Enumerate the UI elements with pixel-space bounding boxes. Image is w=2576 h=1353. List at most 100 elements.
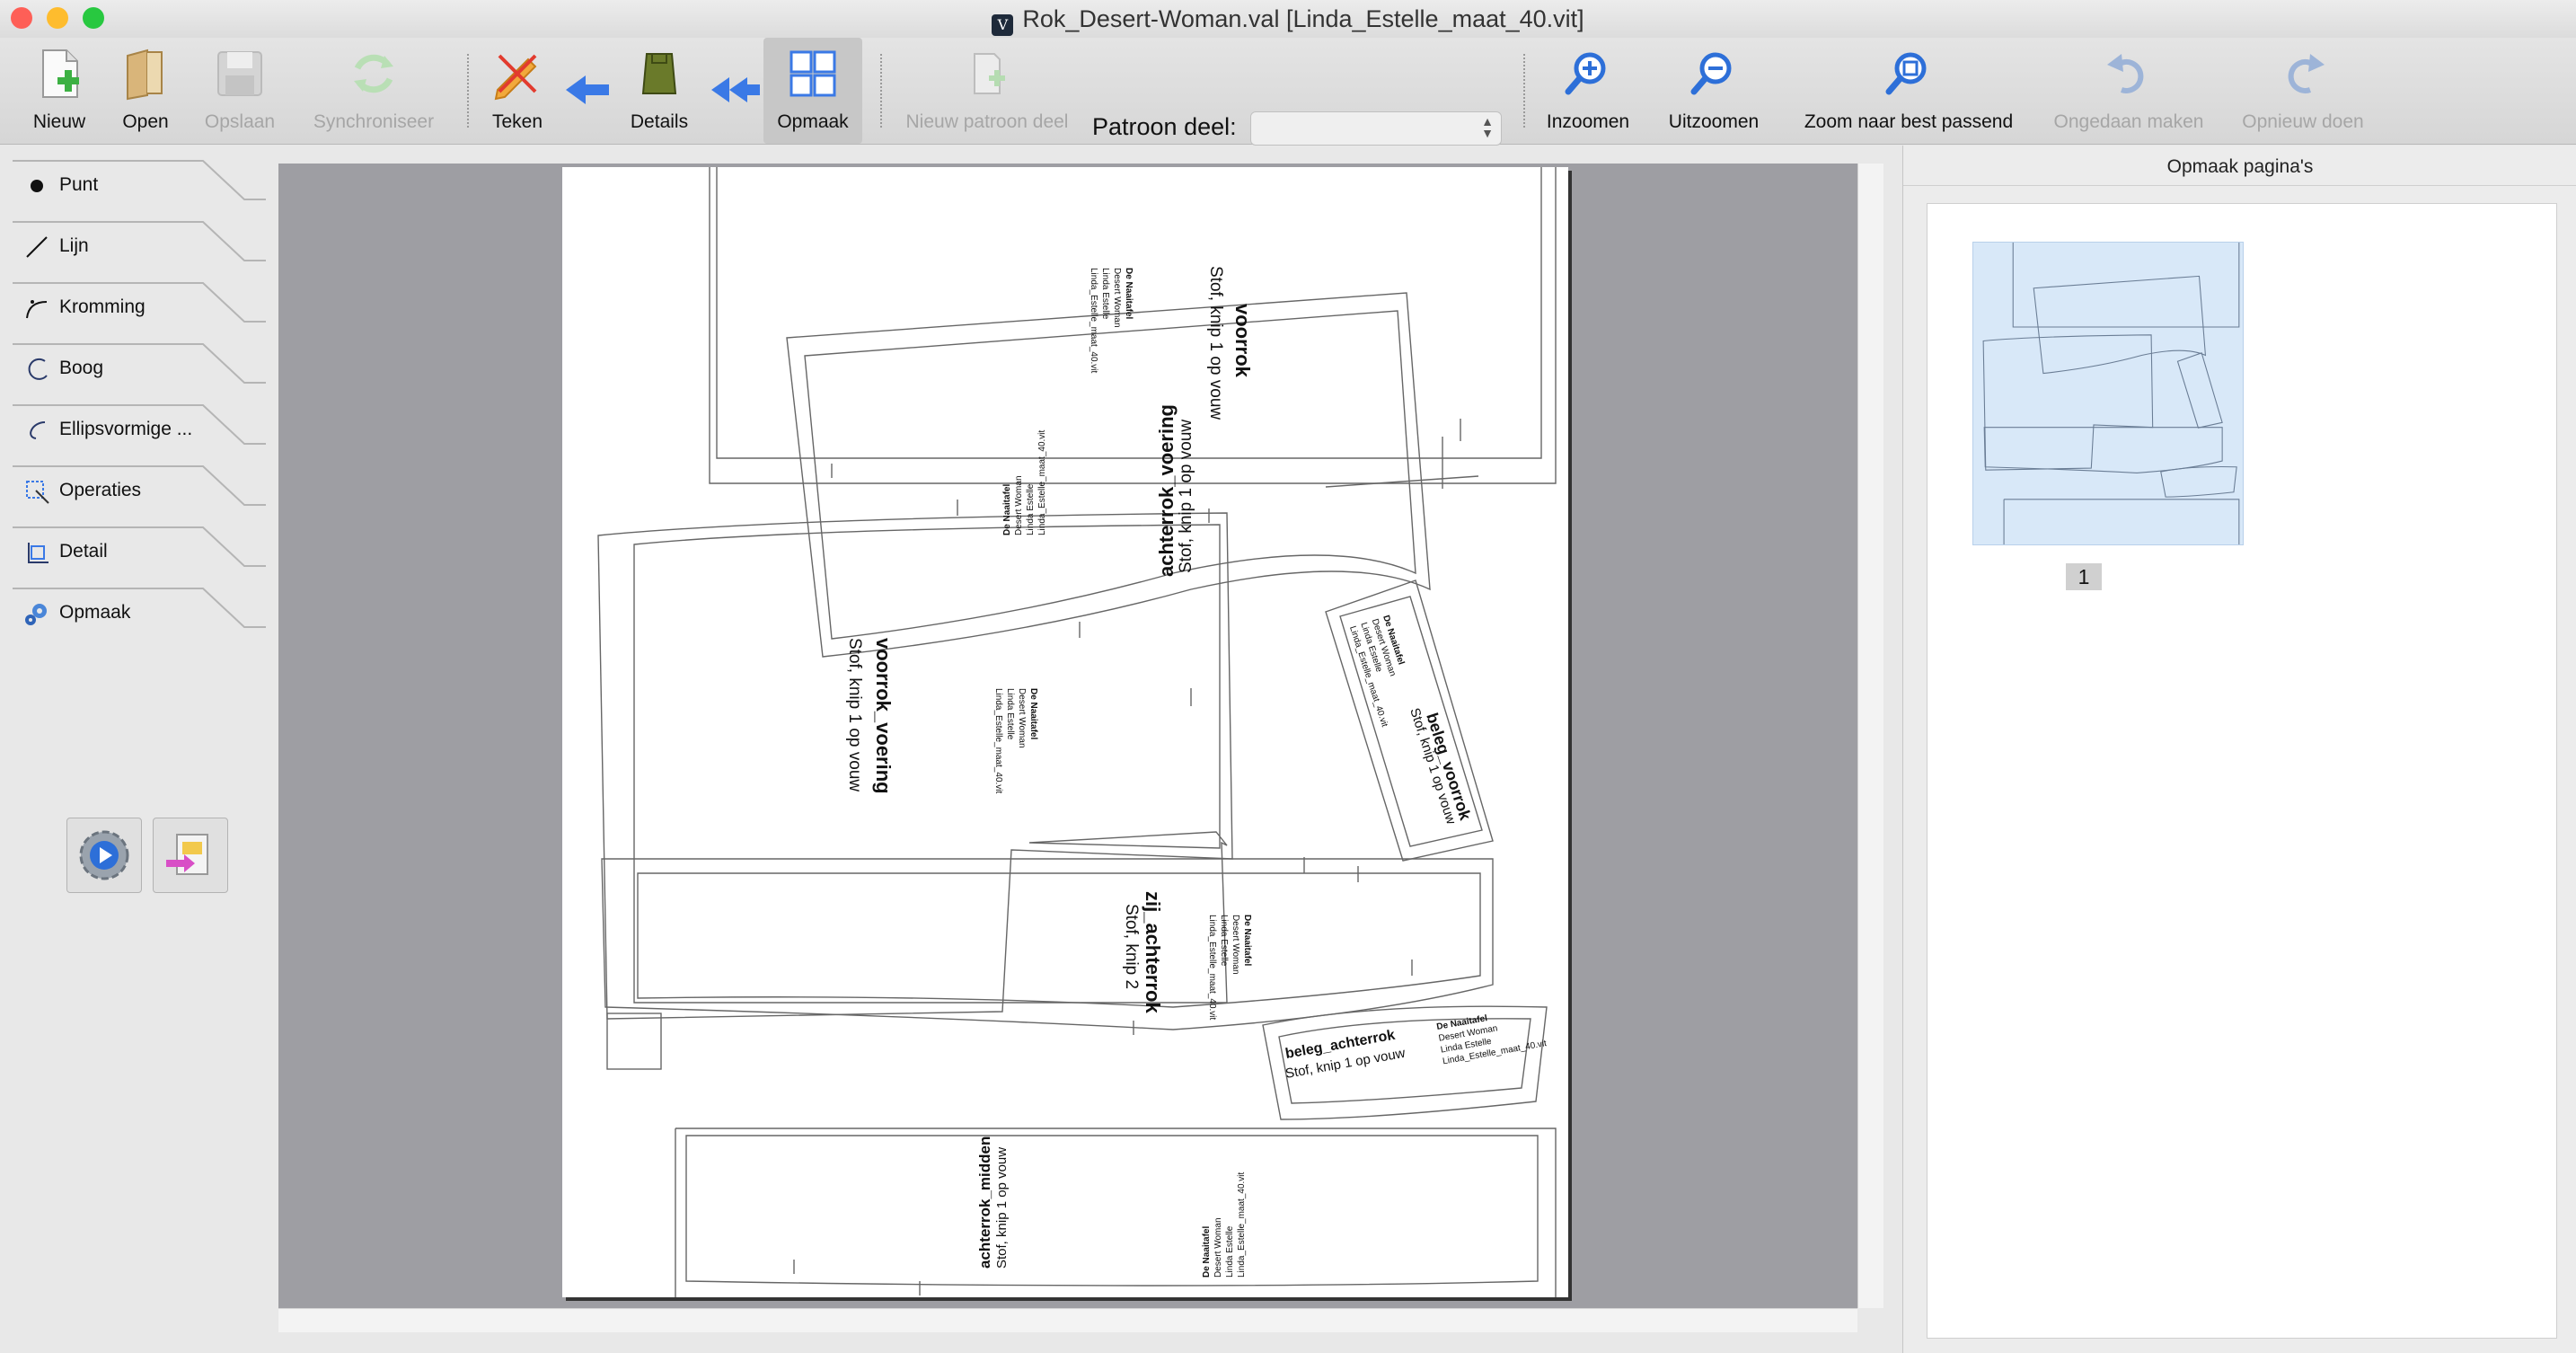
tool-arc[interactable]: Boog bbox=[13, 343, 266, 399]
piece-label-zij-achterrok: zij_achterrok bbox=[1142, 891, 1164, 1013]
pattern-piece-label: Patroon deel: bbox=[1092, 113, 1237, 140]
pattern-piece-select[interactable]: ▲ ▼ bbox=[1250, 111, 1502, 146]
info-zij-achterrok-file: Linda_Estelle_maat_40.vit bbox=[1207, 915, 1217, 1021]
tool-detail[interactable]: Detail bbox=[13, 526, 266, 582]
redo-icon bbox=[2288, 54, 2325, 93]
line-icon bbox=[26, 236, 48, 258]
layout-mode-button[interactable]: Opmaak bbox=[763, 38, 862, 144]
notch-marks bbox=[793, 419, 1479, 1296]
layout-settings-button[interactable] bbox=[66, 818, 142, 893]
label-box bbox=[606, 1013, 662, 1070]
arrow-double-left-icon bbox=[711, 77, 760, 102]
arrow-left-icon bbox=[566, 75, 609, 104]
elliptical-arc-icon bbox=[30, 421, 46, 439]
layout-gear-icon bbox=[25, 604, 47, 625]
info-voorrok-company: De Naaitafel bbox=[1124, 268, 1134, 319]
curve-icon bbox=[26, 300, 48, 319]
save-disk-icon bbox=[217, 51, 262, 96]
piece-outline-voorrok bbox=[709, 167, 1557, 484]
info-voorrok-voering-customer: Linda Estelle bbox=[1005, 688, 1015, 740]
piece-cut-voorrok-voering: Stof, knip 1 op vouw bbox=[845, 638, 864, 791]
details-mode-button[interactable]: Details bbox=[620, 38, 699, 144]
new-pattern-piece-button[interactable]: Nieuw patroon deel bbox=[895, 38, 1080, 144]
tool-line[interactable]: Lijn bbox=[13, 221, 266, 277]
undo-button[interactable]: Ongedaan maken bbox=[2048, 38, 2210, 144]
pattern-layout-drawing: voorrokStof, knip 1 op vouwDe NaaitafelD… bbox=[597, 167, 1557, 1297]
save-button[interactable]: Opslaan bbox=[190, 38, 289, 144]
tab-shape bbox=[13, 526, 266, 567]
info-achterrok-midden-pattern: Desert Woman bbox=[1213, 1217, 1223, 1278]
point-icon bbox=[31, 180, 43, 192]
piece-cut-achterrok-voering: Stof, knip 1 op vouw bbox=[1177, 420, 1195, 573]
piece-outline-achterrok-voering-inner bbox=[804, 310, 1416, 640]
arc-icon bbox=[28, 358, 48, 380]
details-garment-icon bbox=[641, 53, 677, 94]
zoom-fit-button[interactable]: Zoom naar best passend bbox=[1791, 38, 2026, 144]
layout-page-number[interactable]: 1 bbox=[2066, 563, 2102, 590]
undo-icon bbox=[2107, 54, 2144, 93]
info-voorrok-file: Linda_Estelle_maat_40.vit bbox=[1089, 268, 1098, 374]
piece-label-achterrok-midden: achterrok_midden bbox=[976, 1136, 993, 1269]
tab-shape bbox=[13, 160, 266, 200]
window-title: V Rok_Desert-Woman.val [Linda_Estelle_maa… bbox=[0, 5, 2576, 36]
operations-icon bbox=[26, 481, 49, 504]
tool-elliptical-arc[interactable]: Ellipsvormige ... bbox=[13, 404, 266, 460]
tool-layout[interactable]: Opmaak bbox=[13, 588, 266, 643]
piece-label-voorrok: voorrok bbox=[1231, 304, 1254, 378]
piece-cut-zij-achterrok: Stof, knip 2 bbox=[1122, 904, 1141, 989]
info-achterrok-midden-customer: Linda Estelle bbox=[1225, 1225, 1235, 1278]
info-zij-achterrok-company: De Naaitafel bbox=[1242, 915, 1252, 966]
tab-shape bbox=[13, 588, 266, 628]
piece-label-achterrok-voering: achterrok_voering bbox=[1155, 404, 1178, 577]
toolbar-separator bbox=[880, 54, 882, 128]
tool-point[interactable]: Punt bbox=[13, 160, 266, 216]
piece-outline-achterrok-midden bbox=[675, 1128, 1557, 1297]
title-bar: V Rok_Desert-Woman.val [Linda_Estelle_maa… bbox=[0, 0, 2576, 38]
horizontal-scrollbar[interactable] bbox=[278, 1308, 1857, 1332]
vertical-scrollbar[interactable] bbox=[1857, 164, 1883, 1308]
layout-pages-list: 1 bbox=[1927, 203, 2557, 1339]
export-layout-button[interactable] bbox=[153, 818, 228, 893]
zoom-in-icon bbox=[1565, 52, 1606, 95]
layout-sheet: voorrok Stof, knip 1 op vouw De Naaitafel D… bbox=[562, 167, 1568, 1297]
toolbar-separator bbox=[1523, 54, 1525, 128]
new-button[interactable]: Nieuw bbox=[18, 38, 101, 144]
zoom-fit-icon bbox=[1885, 52, 1927, 95]
redo-button[interactable]: Opnieuw doen bbox=[2233, 38, 2373, 144]
new-pattern-piece-icon bbox=[974, 53, 1005, 94]
sync-button[interactable]: Synchroniseer bbox=[305, 38, 442, 144]
info-zij-achterrok-customer: Linda Estelle bbox=[1219, 915, 1229, 967]
info-zij-achterrok-pattern: Desert Woman bbox=[1231, 915, 1240, 975]
piece-cut-voorrok: Stof, knip 1 op vouw bbox=[1206, 266, 1225, 420]
layout-page-thumbnail[interactable] bbox=[1972, 242, 2244, 545]
draw-pencil-icon bbox=[494, 54, 537, 101]
open-button[interactable]: Open bbox=[110, 38, 181, 144]
tool-curve[interactable]: Kromming bbox=[13, 282, 266, 338]
info-achterrok-midden-file: Linda_Estelle_maat_40.vit bbox=[1237, 1172, 1247, 1278]
export-icon bbox=[166, 834, 208, 875]
draw-mode-button[interactable]: Teken bbox=[481, 38, 553, 144]
detail-icon bbox=[28, 543, 49, 563]
piece-outline-zij-achterrok bbox=[601, 858, 1494, 1030]
main-toolbar: Nieuw Open Opslaan Synchroniseer Teken D… bbox=[0, 38, 2576, 146]
chevron-updown-icon: ▲ ▼ bbox=[1481, 114, 1494, 140]
layout-icon bbox=[790, 50, 836, 97]
info-achterrok-midden-company: De Naaitafel bbox=[1202, 1226, 1212, 1278]
app-icon: V bbox=[992, 14, 1014, 36]
open-folder-icon bbox=[127, 49, 163, 101]
piece-outline-achterrok-voering bbox=[786, 292, 1431, 658]
sync-icon bbox=[354, 54, 393, 93]
tool-operations[interactable]: Operaties bbox=[13, 465, 266, 521]
zoom-out-button[interactable]: Uitzoomen bbox=[1658, 38, 1769, 144]
layout-pages-panel: Opmaak pagina's 1 bbox=[1902, 146, 2576, 1353]
zoom-out-icon bbox=[1690, 52, 1732, 95]
zoom-in-button[interactable]: Inzoomen bbox=[1538, 38, 1638, 144]
new-document-icon bbox=[42, 49, 79, 98]
tab-shape bbox=[13, 343, 266, 384]
tool-sidebar: Punt Lijn Kromming Boog Ellipsvormige ..… bbox=[0, 146, 269, 1353]
info-voorrok-customer: Linda Estelle bbox=[1100, 268, 1110, 320]
settings-gear-icon bbox=[79, 830, 129, 880]
info-achterrok-voering-company: De Naaitafel bbox=[1002, 484, 1012, 535]
info-achterrok-voering-pattern: Desert Woman bbox=[1014, 475, 1024, 535]
layout-thumbnail-preview bbox=[1982, 243, 2240, 544]
